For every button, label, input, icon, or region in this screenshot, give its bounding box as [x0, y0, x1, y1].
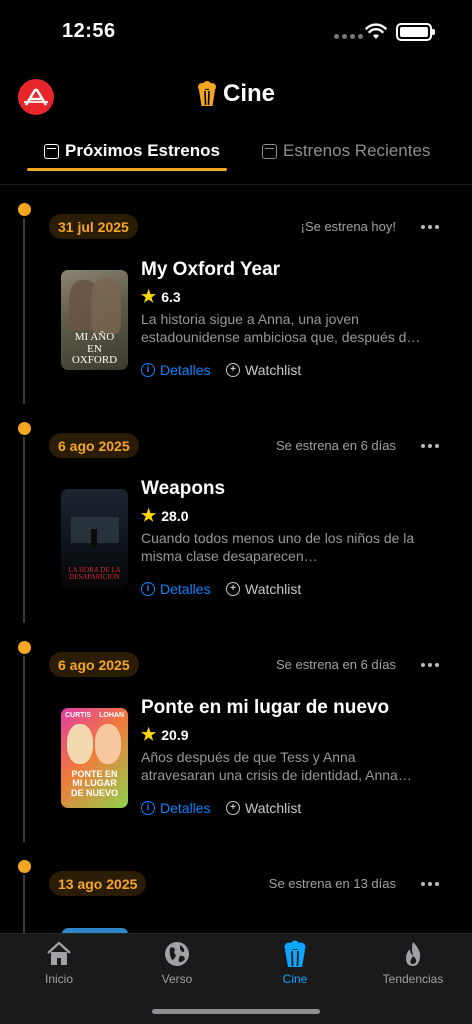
release-date-badge: 6 ago 2025 [49, 433, 139, 458]
info-icon: i [141, 363, 155, 377]
nav-label: Cine [282, 972, 308, 986]
details-label: Detalles [160, 362, 211, 378]
nav-verso[interactable]: Verso [127, 940, 227, 986]
flame-icon [406, 942, 421, 966]
wifi-icon [365, 23, 387, 39]
timeline-line [23, 437, 25, 623]
watchlist-button[interactable]: + Watchlist [226, 362, 301, 378]
nav-label: Tendencias [382, 972, 444, 986]
poster-title: PONTE EN MI LUGAR DE NUEVO [70, 769, 118, 798]
more-options-icon[interactable] [421, 663, 439, 667]
timeline-dot [18, 203, 31, 216]
movie-poster[interactable]: CURTIS LOHAN PONTE EN MI LUGAR DE NUEVO [61, 708, 128, 808]
synopsis: La historia sigue a Anna, una joven esta… [141, 311, 415, 345]
rating-value: 20.9 [161, 726, 189, 743]
tab-proximos-estrenos[interactable]: Próximos Estrenos [44, 138, 220, 164]
plus-circle-icon: + [226, 582, 240, 596]
plus-circle-icon: + [226, 801, 240, 815]
release-status: Se estrena en 13 días [268, 876, 396, 891]
tab-label: Próximos Estrenos [65, 141, 220, 160]
calendar-check-icon [262, 143, 277, 159]
movie-title[interactable]: Ponte en mi lugar de nuevo [141, 697, 389, 719]
globe-icon [165, 942, 189, 966]
release-status: Se estrena en 6 días [276, 438, 396, 453]
details-label: Detalles [160, 581, 211, 597]
tab-estrenos-recientes[interactable]: Estrenos Recientes [262, 138, 430, 164]
synopsis: Cuando todos menos uno de los niños de l… [141, 530, 415, 564]
synopsis: Años después de que Tess y Anna atravesa… [141, 749, 398, 783]
nav-cine[interactable]: Cine [245, 940, 345, 986]
rating: ★ 20.9 [141, 726, 189, 743]
info-icon: i [141, 582, 155, 596]
watchlist-label: Watchlist [245, 800, 302, 816]
watchlist-label: Watchlist [245, 362, 302, 378]
timeline-dot [18, 641, 31, 654]
battery-icon [396, 23, 435, 41]
plus-circle-icon: + [226, 363, 240, 377]
timeline-line [23, 875, 25, 933]
active-tab-indicator [27, 168, 227, 171]
nav-label: Inicio [44, 972, 73, 986]
star-icon: ★ [141, 725, 157, 744]
watchlist-button[interactable]: + Watchlist [226, 800, 301, 816]
timeline-line [23, 656, 25, 842]
details-button[interactable]: i Detalles [141, 581, 211, 597]
more-options-icon[interactable] [421, 882, 439, 886]
poster-title: MI AÑO EN OXFORD [71, 331, 118, 367]
popcorn-icon [197, 81, 216, 106]
poster-credit: LOHAN [99, 712, 124, 719]
nav-tendencias[interactable]: Tendencias [363, 940, 463, 986]
release-date-badge: 6 ago 2025 [49, 652, 139, 677]
release-date-badge: 13 ago 2025 [49, 871, 147, 896]
divider [0, 184, 472, 185]
header: Cine [0, 80, 472, 108]
details-button[interactable]: i Detalles [141, 362, 211, 378]
movie-title[interactable]: Weapons [141, 478, 225, 500]
poster-credit: CURTIS [65, 712, 92, 719]
movie-poster[interactable]: LA HORA DE LA DESAPARICIÓN [61, 489, 128, 589]
more-options-icon[interactable] [421, 444, 439, 448]
rating: ★ 6.3 [141, 288, 181, 305]
release-status: Se estrena en 6 días [276, 657, 396, 672]
rating-value: 28.0 [161, 507, 189, 524]
star-icon: ★ [141, 287, 157, 306]
timeline-dot [18, 860, 31, 873]
calendar-icon [44, 143, 59, 159]
rating-value: 6.3 [161, 288, 181, 305]
rating: ★ 28.0 [141, 507, 189, 524]
movie-poster[interactable]: MI AÑO EN OXFORD [61, 270, 128, 370]
timeline-dot [18, 422, 31, 435]
status-time: 12:56 [62, 20, 116, 42]
release-date-badge: 31 jul 2025 [49, 214, 138, 239]
star-icon: ★ [141, 506, 157, 525]
cellular-signal-icon [334, 34, 363, 39]
tab-label: Estrenos Recientes [283, 141, 431, 160]
page-title: Cine [222, 80, 275, 107]
poster-title: LA HORA DE LA DESAPARICIÓN [68, 566, 121, 582]
details-button[interactable]: i Detalles [141, 800, 211, 816]
watchlist-button[interactable]: + Watchlist [226, 581, 301, 597]
popcorn-icon [284, 940, 306, 967]
release-status: ¡Se estrena hoy! [300, 219, 396, 234]
home-indicator [152, 1009, 320, 1014]
movie-title[interactable]: My Oxford Year [141, 259, 280, 281]
more-options-icon[interactable] [421, 225, 439, 229]
details-label: Detalles [160, 800, 211, 816]
watchlist-label: Watchlist [245, 581, 302, 597]
nav-label: Verso [161, 972, 193, 986]
info-icon: i [141, 801, 155, 815]
nav-inicio[interactable]: Inicio [9, 940, 109, 986]
timeline-line [23, 218, 25, 404]
home-icon [47, 941, 71, 965]
status-bar: 12:56 [0, 0, 472, 64]
